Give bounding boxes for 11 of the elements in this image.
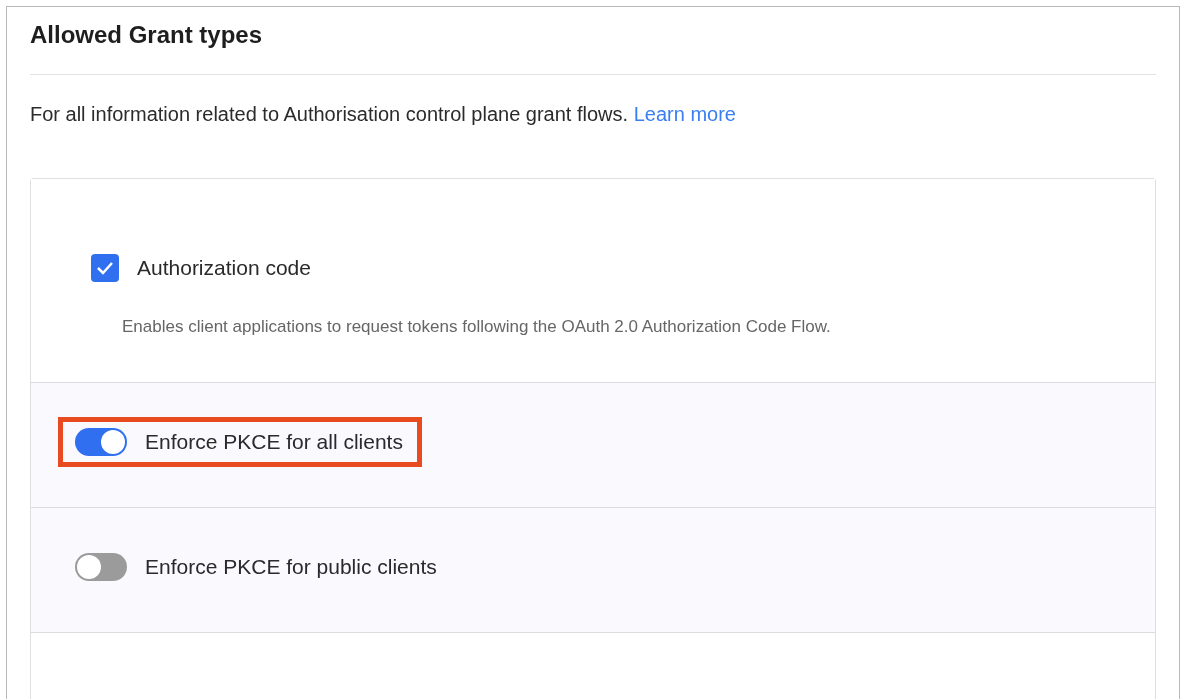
option-label: Enforce PKCE for public clients xyxy=(145,555,437,579)
learn-more-link[interactable]: Learn more xyxy=(633,103,736,125)
toggle-switch[interactable] xyxy=(75,428,127,456)
option-label: Authorization code xyxy=(137,256,311,280)
option-description: Enables client applications to request tokens following the OAuth 2.0 Authorization Code Flow. xyxy=(122,317,832,337)
checkmark-icon xyxy=(96,261,114,275)
section-title: Allowed Grant types xyxy=(30,21,1156,75)
toggle-switch[interactable] xyxy=(75,553,127,581)
option-label: Enforce PKCE for all clients xyxy=(145,430,403,454)
checkbox[interactable] xyxy=(91,254,119,282)
section-description: For all information related to Authorisation control plane grant flows. Learn more xyxy=(30,103,737,126)
